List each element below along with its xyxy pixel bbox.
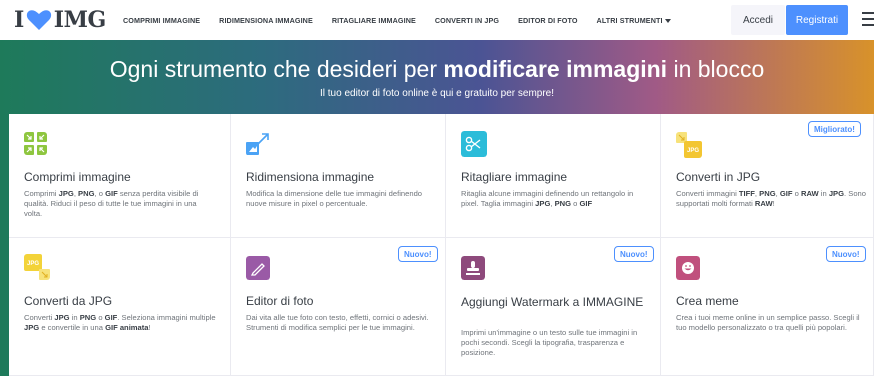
hero-title-post: in blocco xyxy=(667,56,765,82)
main-nav: COMPRIMI IMMAGINE RIDIMENSIONA IMMAGINE … xyxy=(123,0,690,40)
logo-letter-i: I xyxy=(14,7,24,33)
hero-title-bold: modificare immagini xyxy=(443,56,668,82)
watermark-icon xyxy=(461,256,485,280)
tool-card-convert-to-jpg[interactable]: Migliorato! JPG Converti in JPG Converti… xyxy=(661,114,874,238)
tool-desc: Crea i tuoi meme online in un semplice p… xyxy=(676,313,860,332)
hero-title-pre: Ogni strumento che desideri per xyxy=(109,56,444,82)
tool-title: Ritagliare immagine xyxy=(461,170,568,184)
tool-title: Comprimi immagine xyxy=(24,170,131,184)
register-button[interactable]: Registrati xyxy=(786,5,848,35)
tool-title: Ridimensiona immagine xyxy=(246,170,375,184)
logo-word-img: IMG xyxy=(53,7,106,33)
top-header: I IMG COMPRIMI IMMAGINE RIDIMENSIONA IMM… xyxy=(0,0,874,40)
resize-icon xyxy=(246,133,269,155)
tool-desc: Converti JPG in PNG o GIF. Seleziona imm… xyxy=(24,313,216,332)
nav-ridimensiona[interactable]: RIDIMENSIONA IMMAGINE xyxy=(219,16,313,25)
photo-editor-icon xyxy=(246,256,270,280)
tool-title: Editor di foto xyxy=(246,294,314,308)
tool-desc: Comprimi JPG, PNG, o GIF senza perdita v… xyxy=(24,189,199,218)
new-badge: Nuovo! xyxy=(398,246,438,262)
jpg-label: JPG xyxy=(27,261,39,267)
new-badge: Nuovo! xyxy=(826,246,866,262)
tools-grid: Comprimi immagine Comprimi JPG, PNG, o G… xyxy=(9,114,874,376)
tool-desc: Dai vita alle tue foto con testo, effett… xyxy=(246,313,429,332)
nav-comprimi[interactable]: COMPRIMI IMMAGINE xyxy=(123,16,200,25)
caret-down-icon xyxy=(664,18,671,23)
crop-icon xyxy=(461,131,487,157)
tool-card-photo-editor[interactable]: Nuovo! Editor di foto Dai vita alle tue … xyxy=(231,238,446,376)
improved-badge: Migliorato! xyxy=(808,121,861,137)
nav-ritagliare[interactable]: RITAGLIARE IMMAGINE xyxy=(332,16,416,25)
tool-card-crop[interactable]: Ritagliare immagine Ritaglia alcune imma… xyxy=(446,114,661,238)
tool-card-resize[interactable]: Ridimensiona immagine Modifica la dimens… xyxy=(231,114,446,238)
tool-desc: Ritaglia alcune immagini definendo un re… xyxy=(461,189,634,208)
tool-desc: Imprimi un'immagine o un testo sulle tue… xyxy=(461,328,638,357)
login-button[interactable]: Accedi xyxy=(731,5,785,35)
hero-title: Ogni strumento che desideri per modifica… xyxy=(0,56,874,83)
jpg-label: JPG xyxy=(687,148,699,154)
nav-converti-jpg[interactable]: CONVERTI IN JPG xyxy=(435,16,499,25)
hero-subtitle: Il tuo editor di foto online è qui e gra… xyxy=(319,88,555,99)
nav-editor[interactable]: EDITOR DI FOTO xyxy=(518,16,577,25)
tool-desc: Modifica la dimensione delle tue immagin… xyxy=(246,189,423,208)
tool-desc: Converti immagini TIFF, PNG, GIF o RAW i… xyxy=(676,189,866,208)
hamburger-menu-icon[interactable] xyxy=(862,12,874,26)
convert-from-jpg-icon: JPG xyxy=(24,254,50,280)
new-badge: Nuovo! xyxy=(614,246,654,262)
nav-altri-label: ALTRI STRUMENTI xyxy=(596,15,663,25)
tool-title: Crea meme xyxy=(676,294,739,308)
convert-to-jpg-icon: JPG xyxy=(676,132,702,158)
meme-icon xyxy=(676,256,700,280)
nav-altri-strumenti[interactable]: ALTRI STRUMENTI xyxy=(597,16,671,25)
tool-title: Converti in JPG xyxy=(676,170,761,184)
tool-title: Converti da JPG xyxy=(24,294,113,308)
compress-icon xyxy=(24,132,47,155)
tool-title: Aggiungi Watermark a IMMAGINE xyxy=(461,295,644,309)
tool-card-meme[interactable]: Nuovo! Crea meme Crea i tuoi meme online… xyxy=(661,238,874,376)
tool-card-compress[interactable]: Comprimi immagine Comprimi JPG, PNG, o G… xyxy=(9,114,231,238)
tool-card-watermark[interactable]: Nuovo! Aggiungi Watermark a IMMAGINE Imp… xyxy=(446,238,661,376)
tool-card-convert-from-jpg[interactable]: JPG Converti da JPG Converti JPG in PNG … xyxy=(9,238,231,376)
heart-icon xyxy=(26,10,51,30)
logo[interactable]: I IMG xyxy=(14,7,106,33)
